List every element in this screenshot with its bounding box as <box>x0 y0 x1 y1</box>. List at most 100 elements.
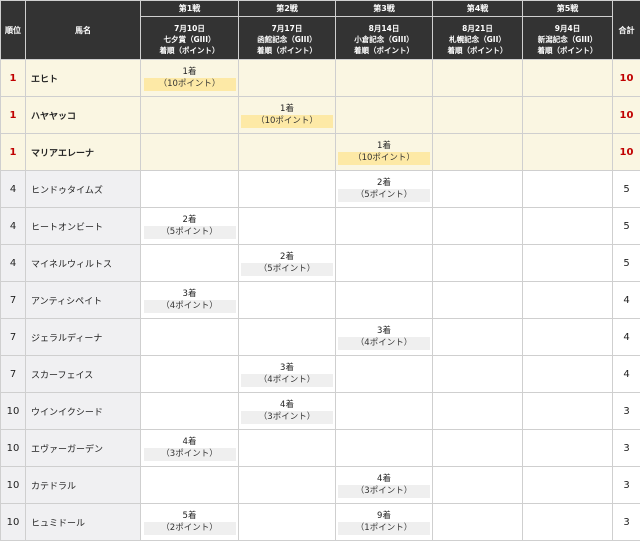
race-1-result-cell: 3着 （4ポイント） <box>140 281 239 319</box>
finish-place: 9着 <box>377 510 391 521</box>
race-5-result-cell <box>522 466 613 504</box>
table-row: 7 スカーフェイス 3着 （4ポイント） 4 <box>0 355 640 393</box>
race-4-result-cell <box>432 318 523 356</box>
total-points-cell: 10 <box>612 96 640 134</box>
table-row: 10 ウインイクシード 4着 （3ポイント） 3 <box>0 392 640 430</box>
race-note: 着順（ポイント） <box>537 45 598 55</box>
race-note: 着順（ポイント） <box>257 45 317 55</box>
table-row: 4 ヒンドゥタイムズ 2着 （5ポイント） 5 <box>0 170 640 208</box>
race-1-result-cell <box>140 318 239 356</box>
race-5-number: 第5戦 <box>522 0 613 17</box>
race-3-result-cell <box>335 355 433 393</box>
race-note: 着順（ポイント） <box>354 45 414 55</box>
race-3-result-cell: 4着 （3ポイント） <box>335 466 433 504</box>
horse-name-cell: ハヤヤッコ <box>25 96 141 134</box>
total-points-cell: 5 <box>612 170 640 208</box>
rank-cell: 10 <box>0 429 26 467</box>
race-1-result-cell: 5着 （2ポイント） <box>140 503 239 541</box>
table-row: 1 ハヤヤッコ 1着 （10ポイント） 10 <box>0 96 640 134</box>
points-badge: （10ポイント） <box>241 114 333 128</box>
race-2-result-cell <box>238 318 336 356</box>
race-3-result-cell <box>335 96 433 134</box>
race-note: 着順（ポイント） <box>447 45 508 55</box>
points-badge: （1ポイント） <box>338 521 430 535</box>
rank-cell: 7 <box>0 318 26 356</box>
race-3-result-cell: 1着 （10ポイント） <box>335 133 433 171</box>
finish-place: 1着 <box>377 140 391 151</box>
race-1-number: 第1戦 <box>140 0 239 17</box>
race-race: 新潟記念（GIII） <box>537 34 598 44</box>
race-1-result-cell <box>140 244 239 282</box>
points-badge: （4ポイント） <box>241 373 333 387</box>
race-4-result-cell <box>432 429 523 467</box>
table-row: 7 ジェラルディーナ 3着 （4ポイント） 4 <box>0 318 640 356</box>
finish-place: 1着 <box>182 66 197 77</box>
points-badge: （10ポイント） <box>338 151 430 165</box>
race-2-result-cell <box>238 503 336 541</box>
race-5-result-cell <box>522 503 613 541</box>
race-race: 札幌記念（GII） <box>449 34 506 44</box>
points-badge: （3ポイント） <box>338 484 430 498</box>
race-date: 7月17日 <box>271 23 303 33</box>
race-5-result-cell <box>522 392 613 430</box>
race-2-result-cell: 2着 （5ポイント） <box>238 244 336 282</box>
race-2-info: 7月17日 函館記念（GIII） 着順（ポイント） <box>238 16 336 60</box>
race-2-result-cell <box>238 466 336 504</box>
race-race: 七夕賞（GIII） <box>163 34 216 44</box>
horse-name-cell: ジェラルディーナ <box>25 318 141 356</box>
table-row: 10 ヒュミドール 5着 （2ポイント） 9着 （1ポイント） 3 <box>0 503 640 541</box>
table-row: 1 マリアエレーナ 1着 （10ポイント） 10 <box>0 133 640 171</box>
rank-cell: 10 <box>0 466 26 504</box>
rank-cell: 1 <box>0 59 26 97</box>
race-date: 7月10日 <box>174 23 205 33</box>
race-date: 9月4日 <box>554 23 581 33</box>
race-1-result-cell: 2着 （5ポイント） <box>140 207 239 245</box>
horse-name-cell: アンティシペイト <box>25 281 141 319</box>
points-badge: （4ポイント） <box>143 299 236 313</box>
horse-name-cell: ヒートオンビート <box>25 207 141 245</box>
table-row: 4 マイネルウィルトス 2着 （5ポイント） 5 <box>0 244 640 282</box>
race-5-result-cell <box>522 133 613 171</box>
race-date: 8月21日 <box>462 23 493 33</box>
table-row: 10 エヴァーガーデン 4着 （3ポイント） 3 <box>0 429 640 467</box>
race-5-result-cell <box>522 318 613 356</box>
race-5-result-cell <box>522 355 613 393</box>
race-2-result-cell: 4着 （3ポイント） <box>238 392 336 430</box>
horse-name-cell: ウインイクシード <box>25 392 141 430</box>
race-1-result-cell <box>140 170 239 208</box>
rank-cell: 10 <box>0 503 26 541</box>
race-3-result-cell: 2着 （5ポイント） <box>335 170 433 208</box>
points-badge: （2ポイント） <box>143 521 236 535</box>
finish-place: 3着 <box>377 325 391 336</box>
race-1-result-cell <box>140 466 239 504</box>
total-points-cell: 5 <box>612 207 640 245</box>
rank-cell: 1 <box>0 133 26 171</box>
points-badge: （3ポイント） <box>241 410 333 424</box>
race-5-result-cell <box>522 244 613 282</box>
total-points-cell: 10 <box>612 133 640 171</box>
race-5-result-cell <box>522 429 613 467</box>
race-4-result-cell <box>432 59 523 97</box>
finish-place: 3着 <box>280 362 294 373</box>
race-4-result-cell <box>432 96 523 134</box>
race-3-result-cell: 9着 （1ポイント） <box>335 503 433 541</box>
rank-header: 順位 <box>0 0 26 60</box>
race-3-result-cell <box>335 59 433 97</box>
race-race: 函館記念（GIII） <box>257 34 317 44</box>
race-3-result-cell <box>335 244 433 282</box>
total-points-cell: 4 <box>612 355 640 393</box>
finish-place: 2着 <box>182 214 197 225</box>
horse-name-cell: エヒト <box>25 59 141 97</box>
race-4-result-cell <box>432 244 523 282</box>
total-points-cell: 3 <box>612 466 640 504</box>
points-badge: （3ポイント） <box>143 447 236 461</box>
race-3-result-cell <box>335 281 433 319</box>
race-4-result-cell <box>432 170 523 208</box>
table-body: 1 エヒト 1着 （10ポイント） 10 1 ハヤヤッコ 1着 （10ポイント） 10 1 マリアエレ… <box>0 59 640 541</box>
race-5-info: 9月4日 新潟記念（GIII） 着順（ポイント） <box>522 16 613 60</box>
finish-place: 4着 <box>280 399 294 410</box>
race-1-result-cell: 1着 （10ポイント） <box>140 59 239 97</box>
race-2-number: 第2戦 <box>238 0 336 17</box>
race-4-result-cell <box>432 503 523 541</box>
finish-place: 2着 <box>280 251 294 262</box>
